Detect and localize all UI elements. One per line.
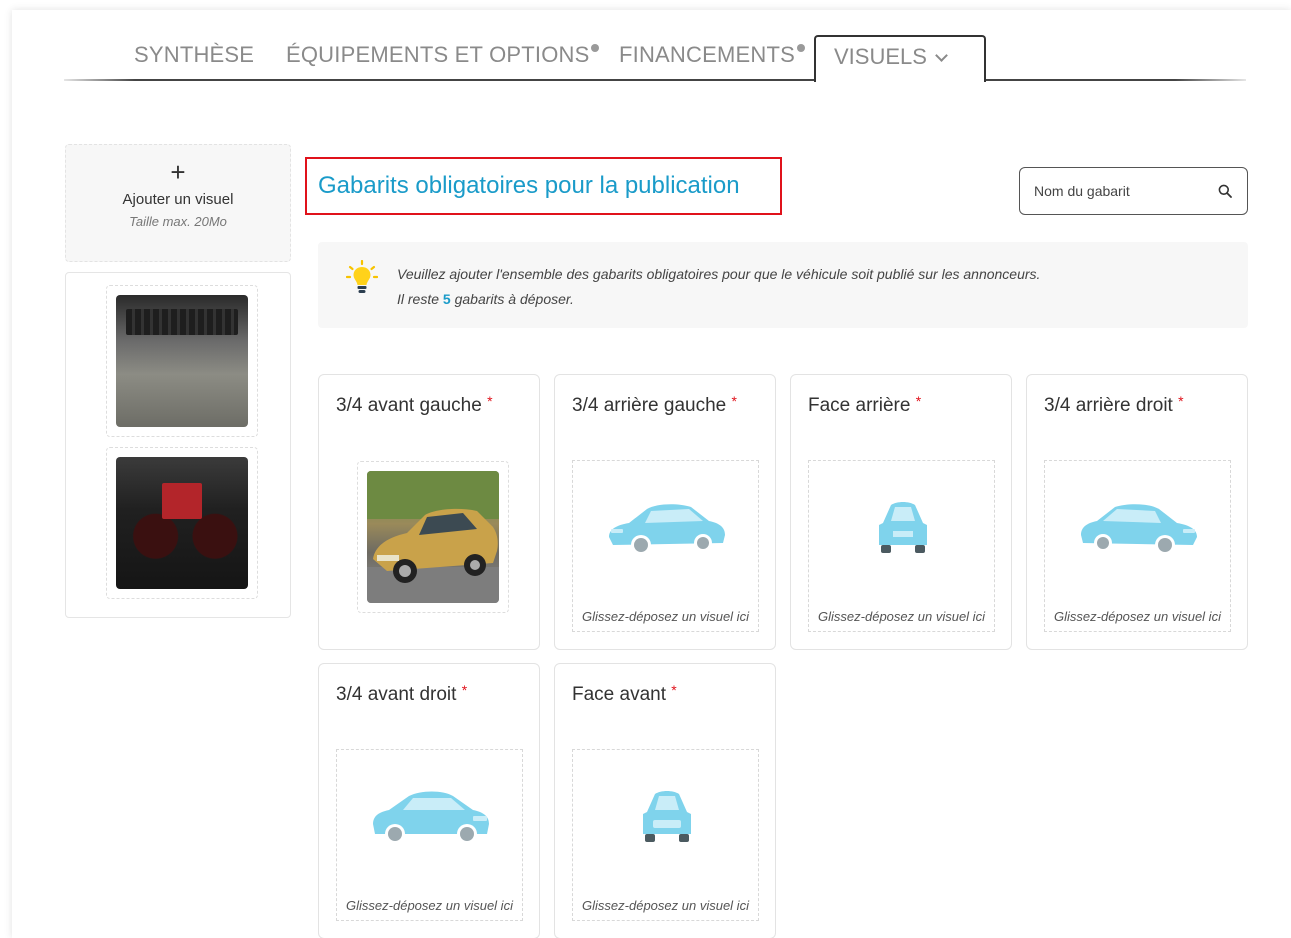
tab-label: VISUELS — [834, 44, 927, 69]
notification-dot — [591, 44, 600, 52]
max-size-hint: Taille max. 20Mo — [129, 214, 227, 229]
tab-label: FINANCEMENTS — [619, 42, 795, 67]
uploaded-visuals-list — [65, 272, 291, 618]
page-title: Gabarits obligatoires pour la publicatio… — [305, 157, 782, 215]
template-title: 3/4 avant droit * — [336, 682, 468, 705]
template-drop-zone[interactable]: Glissez-déposez un visuel ici — [572, 460, 759, 632]
car-photo-graphic — [367, 471, 499, 603]
template-title: Face avant * — [572, 682, 677, 705]
required-asterisk: * — [461, 682, 468, 698]
required-asterisk: * — [915, 393, 922, 409]
search-input[interactable] — [1034, 181, 1204, 201]
page-title-text: Gabarits obligatoires pour la publicatio… — [318, 172, 740, 199]
template-title: 3/4 arrière droit * — [1044, 393, 1184, 416]
visual-thumbnail-trunk[interactable] — [106, 285, 258, 437]
template-drop-zone[interactable]: Glissez-déposez un visuel ici — [336, 749, 523, 921]
template-title: 3/4 avant gauche * — [336, 393, 493, 416]
template-title: 3/4 arrière gauche * — [572, 393, 737, 416]
template-card-34-arriere-droit: 3/4 arrière droit * Glissez-déposez un v… — [1026, 374, 1248, 650]
visual-thumbnail-dashboard[interactable] — [106, 447, 258, 599]
tab-label: ÉQUIPEMENTS ET OPTIONS — [286, 42, 590, 67]
template-visual-photo[interactable] — [357, 461, 509, 613]
info-banner: Veuillez ajouter l'ensemble des gabarits… — [318, 242, 1248, 328]
car-front-placeholder-icon — [643, 791, 691, 842]
car-rear-left-placeholder-icon — [609, 504, 725, 555]
tab-equipements[interactable]: ÉQUIPEMENTS ET OPTIONS — [286, 42, 600, 68]
drop-hint: Glissez-déposez un visuel ici — [346, 898, 513, 913]
info-line: Veuillez ajouter l'ensemble des gabarits… — [397, 266, 1041, 282]
template-search[interactable] — [1019, 167, 1248, 215]
trunk-photo — [116, 295, 248, 427]
remaining-count: 5 — [442, 291, 451, 307]
drop-hint: Glissez-déposez un visuel ici — [582, 898, 749, 913]
tab-bar: SYNTHÈSE ÉQUIPEMENTS ET OPTIONS FINANCEM… — [64, 10, 1246, 82]
search-icon[interactable] — [1218, 184, 1232, 198]
template-card-34-avant-droit: 3/4 avant droit * Glissez-déposez un vis… — [318, 663, 540, 938]
template-drop-zone[interactable]: Glissez-déposez un visuel ici — [572, 749, 759, 921]
template-drop-zone[interactable]: Glissez-déposez un visuel ici — [808, 460, 995, 632]
template-card-face-arriere: Face arrière * Glissez-déposez un visuel… — [790, 374, 1012, 650]
car-rear-right-placeholder-icon — [1081, 504, 1197, 555]
page: SYNTHÈSE ÉQUIPEMENTS ET OPTIONS FINANCEM… — [12, 10, 1291, 938]
car-rear-placeholder-icon — [879, 502, 927, 553]
tab-synthese[interactable]: SYNTHÈSE — [134, 42, 254, 68]
template-card-34-arriere-gauche: 3/4 arrière gauche * Glissez-déposez un … — [554, 374, 776, 650]
required-asterisk: * — [487, 393, 493, 409]
add-visual-label: Ajouter un visuel — [122, 191, 234, 208]
remaining-line: Il reste 5 gabarits à déposer. — [397, 291, 574, 307]
tab-visuels[interactable]: VISUELS — [814, 35, 986, 82]
lightbulb-icon — [346, 260, 378, 293]
drop-hint: Glissez-déposez un visuel ici — [1054, 609, 1221, 624]
car-front-right-placeholder-icon — [373, 791, 489, 844]
tabs-underline — [64, 79, 1246, 81]
plus-icon: + — [170, 157, 186, 187]
template-card-34-avant-gauche: 3/4 avant gauche * — [318, 374, 540, 650]
template-title: Face arrière * — [808, 393, 922, 416]
required-asterisk: * — [1178, 393, 1184, 409]
notification-dot — [796, 44, 805, 52]
info-text: Veuillez ajouter l'ensemble des gabarits… — [397, 262, 1040, 312]
drop-hint: Glissez-déposez un visuel ici — [582, 609, 749, 624]
template-card-face-avant: Face avant * Glissez-déposez un visuel i… — [554, 663, 776, 938]
drop-hint: Glissez-déposez un visuel ici — [818, 609, 985, 624]
required-asterisk: * — [671, 682, 677, 698]
chevron-down-icon — [935, 49, 948, 62]
car-photo — [367, 471, 499, 603]
tab-financements[interactable]: FINANCEMENTS — [619, 42, 805, 68]
dashboard-photo — [116, 457, 248, 589]
required-asterisk: * — [731, 393, 737, 409]
tab-label: SYNTHÈSE — [134, 42, 255, 67]
template-drop-zone[interactable]: Glissez-déposez un visuel ici — [1044, 460, 1231, 632]
add-visual-button[interactable]: + Ajouter un visuel Taille max. 20Mo — [65, 144, 291, 262]
